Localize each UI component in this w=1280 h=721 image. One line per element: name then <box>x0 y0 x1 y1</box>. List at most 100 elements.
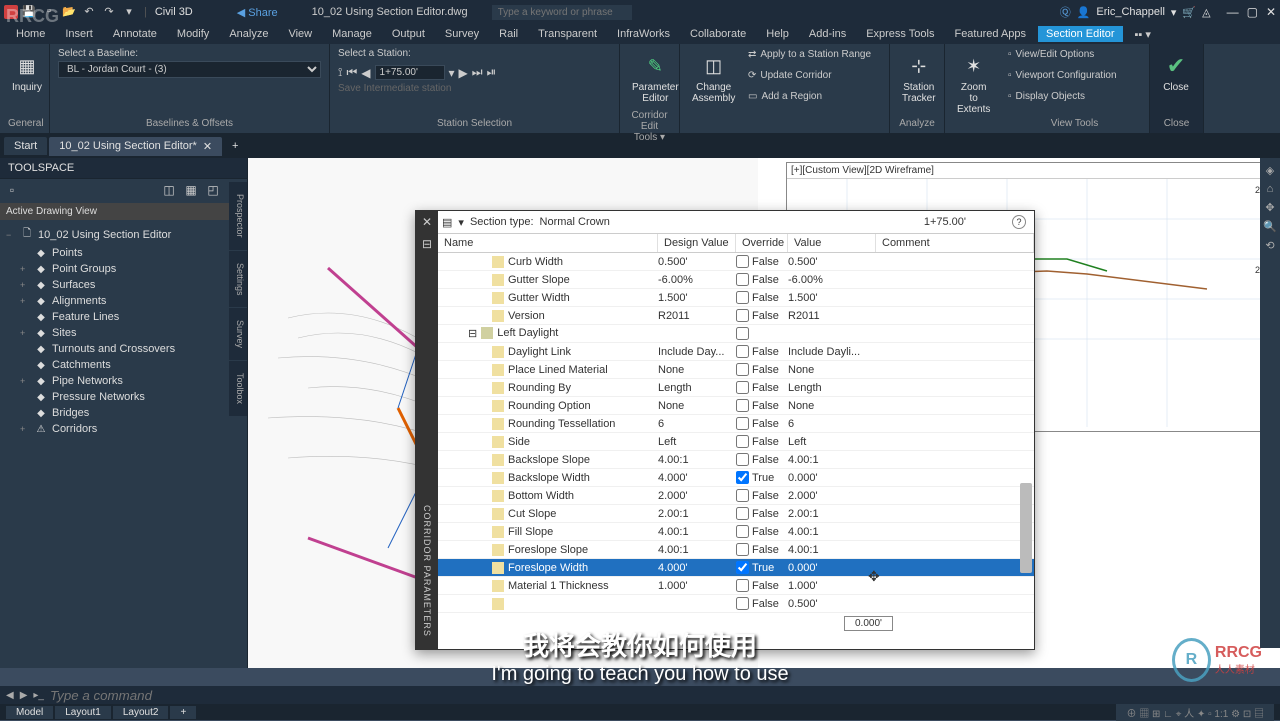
vtab-toolbox[interactable]: Toolbox <box>229 361 247 417</box>
parameter-editor-button[interactable]: ✎Parameter Editor <box>628 48 683 108</box>
param-row[interactable]: Place Lined MaterialNone FalseNone <box>438 361 1034 379</box>
maximize-button[interactable]: ▢ <box>1247 5 1258 19</box>
apps-icon[interactable]: ◬ <box>1202 6 1210 19</box>
ts-icon-4[interactable]: ◰ <box>205 183 221 199</box>
menu-express-tools[interactable]: Express Tools <box>858 26 942 42</box>
zoom-extents-button[interactable]: ✶Zoom to Extents <box>953 48 994 119</box>
tree-node[interactable]: ◆Bridges <box>2 405 245 421</box>
panel-pin-icon[interactable]: ⊟ <box>422 237 432 251</box>
param-row[interactable]: Backslope Slope4.00:1 False4.00:1 <box>438 451 1034 469</box>
param-row[interactable]: Gutter Slope-6.00% False-6.00% <box>438 271 1034 289</box>
add-region-button[interactable]: ▭Add a Region <box>748 90 822 103</box>
help-search-input[interactable] <box>492 5 632 20</box>
param-row[interactable]: Gutter Width1.500' False1.500' <box>438 289 1034 307</box>
param-row[interactable]: Backslope Width4.000' True0.000' <box>438 469 1034 487</box>
inquiry-button[interactable]: ▦Inquiry <box>8 48 46 97</box>
param-row[interactable]: Bottom Width2.000' False2.000' <box>438 487 1034 505</box>
param-row[interactable]: Daylight LinkInclude Day... FalseInclude… <box>438 343 1034 361</box>
user-name[interactable]: Eric_Chappell <box>1096 6 1164 18</box>
user-avatar-icon[interactable]: 👤 <box>1077 6 1091 19</box>
menu-insert[interactable]: Insert <box>57 26 101 42</box>
apply-range-button[interactable]: ⇄Apply to a Station Range <box>748 48 871 61</box>
panel-btn-2[interactable]: ▾ <box>458 216 464 229</box>
menu-analyze[interactable]: Analyze <box>221 26 276 42</box>
col-design-value[interactable]: Design Value <box>658 234 736 252</box>
qat-redo-icon[interactable]: ↷ <box>102 5 116 19</box>
menu-output[interactable]: Output <box>384 26 433 42</box>
tree-node[interactable]: ◆Points <box>2 245 245 261</box>
cmd-next-icon[interactable]: ▶ <box>20 690 28 701</box>
section-view-label[interactable]: [+][Custom View][2D Wireframe] <box>787 163 1275 179</box>
station-tracker-button[interactable]: ⊹Station Tracker <box>898 48 940 108</box>
station-prev-icon[interactable]: ◀ <box>361 66 370 80</box>
param-row[interactable]: Rounding ByLength FalseLength <box>438 379 1034 397</box>
tree-node[interactable]: ◆Turnouts and Crossovers <box>2 341 245 357</box>
vtab-settings[interactable]: Settings <box>229 251 247 309</box>
tree-node[interactable]: +◆Sites <box>2 325 245 341</box>
station-next-icon[interactable]: ▶ <box>459 66 468 80</box>
menu-modify[interactable]: Modify <box>169 26 217 42</box>
station-last-icon[interactable]: ⏯ <box>487 65 497 80</box>
param-row[interactable]: Foreslope Width4.000' True0.000' <box>438 559 1034 577</box>
tab-layout2[interactable]: Layout2 <box>113 706 169 719</box>
param-row[interactable]: VersionR2011 FalseR2011 <box>438 307 1034 325</box>
station-input[interactable] <box>375 65 445 80</box>
signin-icon[interactable]: Ⓠ <box>1060 4 1071 20</box>
command-input[interactable] <box>50 688 250 703</box>
qat-undo-icon[interactable]: ↶ <box>82 5 96 19</box>
col-name[interactable]: Name <box>438 234 658 252</box>
display-objects-button[interactable]: ▫Display Objects <box>1008 90 1085 103</box>
menu-featured-apps[interactable]: Featured Apps <box>946 26 1034 42</box>
save-station-button[interactable]: Save Intermediate station <box>338 83 451 94</box>
nav-pan-icon[interactable]: ✥ <box>1265 201 1274 214</box>
panel-scrollbar[interactable] <box>1018 253 1032 649</box>
station-step-icon[interactable]: ⏭ <box>472 65 483 80</box>
menu-section-editor[interactable]: Section Editor <box>1038 26 1122 42</box>
tree-node[interactable]: +◆Alignments <box>2 293 245 309</box>
viewport-config-button[interactable]: ▫Viewport Configuration <box>1008 69 1117 82</box>
param-row[interactable]: Rounding Tessellation6 False6 <box>438 415 1034 433</box>
tab-model[interactable]: Model <box>6 706 53 719</box>
panel-close-icon[interactable]: ✕ <box>422 215 432 229</box>
tab-add-button[interactable]: + <box>224 137 246 155</box>
param-row[interactable]: Fill Slope4.00:1 False4.00:1 <box>438 523 1034 541</box>
menu-transparent[interactable]: Transparent <box>530 26 605 42</box>
nav-home-icon[interactable]: ⌂ <box>1267 183 1274 195</box>
panel-help-icon[interactable]: ? <box>1012 215 1026 229</box>
param-row[interactable]: False0.500' <box>438 595 1034 613</box>
vtab-prospector[interactable]: Prospector <box>229 182 247 251</box>
nav-cube-icon[interactable]: ◈ <box>1266 164 1274 177</box>
col-comment[interactable]: Comment <box>876 234 1034 252</box>
user-dropdown-icon[interactable]: ▾ <box>1171 6 1177 19</box>
nav-zoom-icon[interactable]: 🔍 <box>1263 220 1277 233</box>
baseline-select[interactable]: BL - Jordan Court - (3) <box>58 61 321 78</box>
tree-node[interactable]: +◆Surfaces <box>2 277 245 293</box>
panel-title-cet[interactable]: Corridor Edit Tools ▾ <box>628 108 671 143</box>
menu-manage[interactable]: Manage <box>324 26 380 42</box>
panel-btn-1[interactable]: ▤ <box>442 216 452 229</box>
param-row[interactable]: Foreslope Slope4.00:1 False4.00:1 <box>438 541 1034 559</box>
active-drawing-view[interactable]: Active Drawing View ▾ <box>0 203 247 220</box>
param-row[interactable]: Material 1 Thickness1.000' False1.000' <box>438 577 1034 595</box>
param-row[interactable]: ⊟ Left Daylight <box>438 325 1034 343</box>
menu-collaborate[interactable]: Collaborate <box>682 26 754 42</box>
menu-overflow[interactable]: ▪▪ ▾ <box>1127 26 1159 43</box>
status-icon[interactable]: ⊕ ▦ ⊞ ∟ ⌖ 人 ✦ ▫ 1:1 ⚙ ⊡ ▤ <box>1116 704 1274 721</box>
menu-infraworks[interactable]: InfraWorks <box>609 26 678 42</box>
menu-help[interactable]: Help <box>758 26 797 42</box>
share-link[interactable]: ◀ Share <box>237 6 278 19</box>
change-assembly-button[interactable]: ◫Change Assembly <box>688 48 739 108</box>
close-editor-button[interactable]: ✔Close <box>1158 48 1194 97</box>
tree-node[interactable]: +⚠Corridors <box>2 421 245 437</box>
view-edit-options-button[interactable]: ▫View/Edit Options <box>1008 48 1094 61</box>
nav-orbit-icon[interactable]: ⟲ <box>1265 239 1274 252</box>
qat-open-icon[interactable]: 📂 <box>62 5 76 19</box>
tree-node[interactable]: +◆Pipe Networks <box>2 373 245 389</box>
menu-home[interactable]: Home <box>8 26 53 42</box>
menu-view[interactable]: View <box>280 26 320 42</box>
ts-icon-1[interactable]: ▫ <box>4 183 20 199</box>
tab-document[interactable]: 10_02 Using Section Editor*✕ <box>49 137 222 156</box>
menu-rail[interactable]: Rail <box>491 26 526 42</box>
param-row[interactable]: Rounding OptionNone FalseNone <box>438 397 1034 415</box>
cart-icon[interactable]: 🛒 <box>1182 6 1196 19</box>
